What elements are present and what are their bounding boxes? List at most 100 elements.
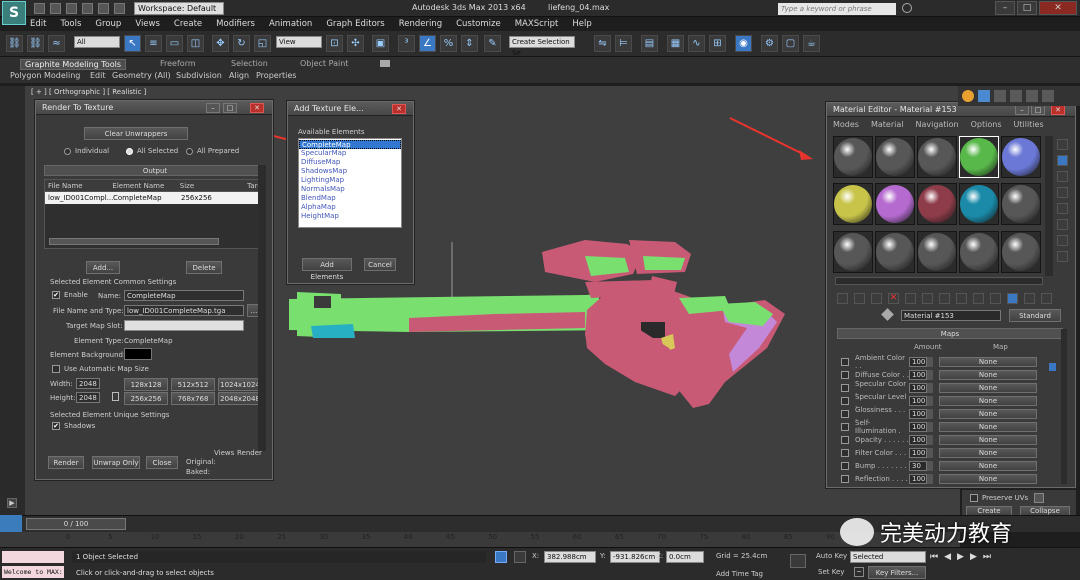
map-slot-button[interactable]: None [939, 356, 1037, 367]
reset-map-icon[interactable]: ✕ [888, 293, 899, 304]
add-button[interactable]: Add... [86, 261, 120, 274]
set-key-mode-icon[interactable] [790, 554, 806, 568]
render-button[interactable]: Render [48, 456, 84, 469]
redo-icon[interactable] [98, 3, 109, 14]
display-tab-icon[interactable] [1026, 90, 1038, 102]
menu-customize[interactable]: Customize [456, 19, 501, 29]
map-amount-field[interactable]: 100 [909, 473, 927, 484]
material-slot[interactable] [1001, 230, 1041, 273]
map-amount-spinner[interactable] [927, 434, 933, 445]
key-filter-icon[interactable]: ~ [854, 567, 864, 577]
render-production-icon[interactable]: ☕ [803, 35, 820, 52]
map-enable-checkbox[interactable] [841, 396, 849, 405]
ate-close-icon[interactable]: ✕ [392, 104, 406, 114]
hold-icon[interactable] [114, 3, 125, 14]
graphite-toggle-icon[interactable]: ▦ [667, 35, 684, 52]
ribbon-options-icon[interactable] [380, 60, 390, 67]
workspace-dropdown[interactable]: Workspace: Default [134, 2, 224, 15]
auto-size-checkbox[interactable] [52, 365, 60, 373]
maximize-icon[interactable]: □ [1017, 1, 1037, 15]
bind-space-warp-icon[interactable]: ≈ [48, 35, 65, 52]
map-enable-checkbox[interactable] [841, 370, 849, 379]
hierarchy-tab-icon[interactable] [994, 90, 1006, 102]
rotate-icon[interactable]: ↻ [233, 35, 250, 52]
subtab-geometry[interactable]: Geometry (All) [112, 71, 171, 80]
utilities-tab-icon[interactable] [1042, 90, 1054, 102]
menu-create[interactable]: Create [174, 19, 202, 29]
radio-all-selected[interactable] [126, 147, 133, 155]
material-name-field[interactable]: Material #153 [901, 310, 1001, 321]
create-tab-icon[interactable] [962, 90, 974, 102]
map-amount-field[interactable]: 100 [909, 369, 927, 380]
search-icon[interactable] [902, 3, 912, 13]
map-amount-spinner[interactable] [927, 356, 933, 367]
render-setup-icon[interactable]: ⚙ [761, 35, 778, 52]
link-icon[interactable]: ⛓ [6, 35, 23, 52]
show-end-result-icon[interactable] [990, 293, 1001, 304]
list-item[interactable]: SpecularMap [299, 149, 401, 158]
minimize-icon[interactable]: – [995, 1, 1015, 15]
size-768-button[interactable]: 768x768 [171, 392, 215, 405]
table-row[interactable]: low_ID001Compl... CompleteMap 256x256 [45, 192, 265, 204]
y-coordinate-field[interactable]: -931.826cm [610, 551, 660, 563]
material-slot[interactable] [833, 230, 873, 273]
menu-edit[interactable]: Edit [30, 19, 46, 29]
go-forward-sibling-icon[interactable] [1024, 293, 1035, 304]
clear-unwrappers-button[interactable]: Clear Unwrappers [84, 127, 188, 140]
material-slot[interactable] [959, 183, 999, 226]
map-amount-spinner[interactable] [927, 460, 933, 471]
tab-object-paint[interactable]: Object Paint [300, 59, 348, 70]
menu-group[interactable]: Group [95, 19, 121, 29]
size-128-button[interactable]: 128x128 [124, 378, 168, 391]
material-id-channel-icon[interactable] [956, 293, 967, 304]
map-link-icon[interactable] [1049, 363, 1056, 371]
size-512-button[interactable]: 512x512 [171, 378, 215, 391]
get-material-icon[interactable] [837, 293, 848, 304]
scale-icon[interactable]: ◱ [254, 35, 271, 52]
window-crossing-icon[interactable]: ◫ [187, 35, 204, 52]
background-icon[interactable] [1057, 171, 1068, 182]
video-color-check-icon[interactable] [1057, 203, 1068, 214]
app-logo-icon[interactable]: S [2, 1, 26, 25]
put-to-scene-icon[interactable] [854, 293, 865, 304]
new-file-icon[interactable] [34, 3, 45, 14]
go-to-end-icon[interactable]: ⏭ [983, 552, 991, 562]
z-coordinate-field[interactable]: 0.0cm [666, 551, 704, 563]
list-item[interactable]: ShadowsMap [299, 167, 401, 176]
map-amount-spinner[interactable] [927, 473, 933, 484]
sample-type-icon[interactable] [1057, 139, 1068, 150]
map-enable-checkbox[interactable] [841, 357, 849, 366]
key-filters-button[interactable]: Key Filters... [868, 566, 926, 579]
open-file-icon[interactable] [50, 3, 61, 14]
curve-editor-icon[interactable]: ∿ [688, 35, 705, 52]
isolate-selection-icon[interactable] [495, 551, 507, 563]
pick-material-icon[interactable] [881, 308, 894, 321]
size-2048-button[interactable]: 2048x2048 [218, 392, 262, 405]
track-bar[interactable]: 0 5 10 15 20 25 30 35 40 45 50 55 60 65 70 75 80 85 90 [0, 532, 960, 547]
list-item[interactable]: NormalsMap [299, 185, 401, 194]
map-amount-spinner[interactable] [927, 395, 933, 406]
material-slot[interactable] [833, 136, 873, 178]
x-coordinate-field[interactable]: 382.988cm [544, 551, 596, 563]
col-file-name[interactable]: File Name [45, 182, 112, 190]
map-amount-field[interactable]: 30 [909, 460, 927, 471]
menu-modifiers[interactable]: Modifiers [216, 19, 255, 29]
tab-freeform[interactable]: Freeform [160, 59, 196, 70]
subtab-polygon-modeling[interactable]: Polygon Modeling [10, 71, 80, 80]
make-unique-icon[interactable] [922, 293, 933, 304]
undo-icon[interactable] [82, 3, 93, 14]
close-icon[interactable]: ✕ [1039, 1, 1077, 15]
map-slot-button[interactable]: None [939, 382, 1037, 393]
output-rollout[interactable]: Output [44, 165, 266, 176]
subtab-properties[interactable]: Properties [256, 71, 296, 80]
col-element-name[interactable]: Element Name [112, 182, 179, 190]
col-size[interactable]: Size [180, 182, 247, 190]
time-slider-thumb[interactable]: 0 / 100 [26, 518, 126, 530]
save-file-icon[interactable] [66, 3, 77, 14]
rtt-minimize-icon[interactable]: – [206, 103, 220, 113]
me-menu-modes[interactable]: Modes [833, 120, 859, 129]
map-amount-field[interactable]: 100 [909, 408, 927, 419]
options-icon[interactable] [1057, 235, 1068, 246]
file-name-field[interactable]: low_ID001CompleteMap.tga [124, 305, 244, 316]
shadows-checkbox[interactable]: ✔ [52, 422, 60, 430]
